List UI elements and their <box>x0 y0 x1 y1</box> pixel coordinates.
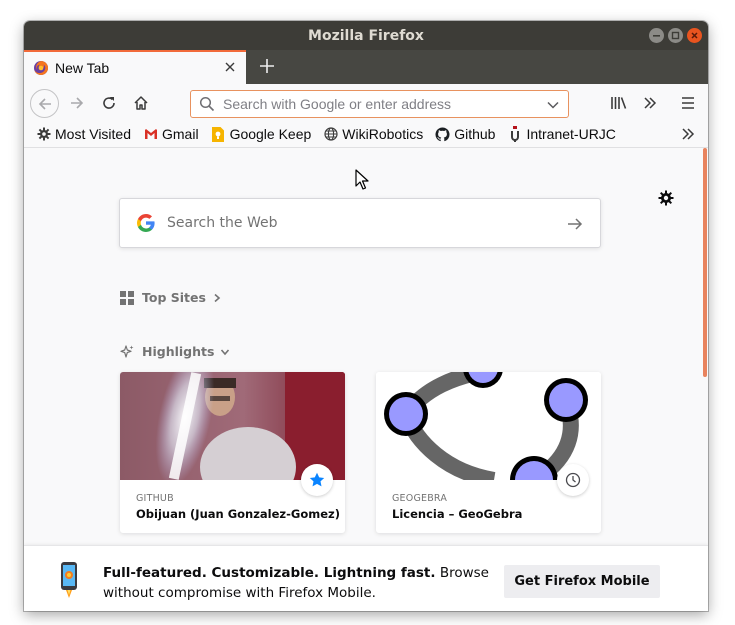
navigation-bar <box>24 84 708 121</box>
newtab-content: Top Sites Highlights <box>24 148 708 611</box>
promo-headline: Full-featured. Customizable. Lightning f… <box>103 565 436 581</box>
new-tab-button[interactable] <box>255 54 279 78</box>
top-sites-label: Top Sites <box>142 290 206 305</box>
chevron-down-icon <box>221 348 230 355</box>
bookmark-intranet-urjc[interactable]: Intranet-URJC <box>501 123 621 145</box>
card-source: GEOGEBRA <box>392 493 448 504</box>
mouse-cursor-icon <box>355 169 369 190</box>
web-search-input[interactable] <box>167 215 547 231</box>
plus-icon <box>260 59 274 73</box>
gmail-icon <box>143 127 158 142</box>
highlights-sparkle-icon <box>120 344 134 358</box>
bookmark-star-icon <box>309 472 325 487</box>
close-window-button[interactable] <box>687 28 702 43</box>
urjc-icon <box>507 126 522 142</box>
home-icon <box>134 96 148 110</box>
keep-icon <box>211 126 226 142</box>
overflow-menu-button[interactable] <box>639 92 661 114</box>
bookmark-label: Google Keep <box>229 126 312 142</box>
maximize-icon <box>671 31 680 40</box>
hamburger-icon <box>682 97 694 109</box>
chevron-right-icon <box>214 293 221 302</box>
hamburger-menu-button[interactable] <box>677 92 699 114</box>
firefox-logo-icon <box>34 60 49 75</box>
back-button[interactable] <box>30 89 59 118</box>
close-tab-button[interactable] <box>222 59 238 75</box>
tab-strip: New Tab <box>24 50 708 84</box>
customize-gear-icon[interactable] <box>658 190 674 206</box>
top-sites-header[interactable]: Top Sites <box>120 290 222 305</box>
bookmark-github[interactable]: Github <box>429 123 501 145</box>
url-input[interactable] <box>223 96 533 112</box>
get-firefox-mobile-button[interactable]: Get Firefox Mobile <box>504 565 660 598</box>
card-source: GITHUB <box>136 493 174 504</box>
google-logo-icon <box>137 214 155 232</box>
forward-arrow-icon <box>71 97 84 109</box>
reload-button[interactable] <box>98 92 120 114</box>
highlights-header[interactable]: Highlights <box>120 344 230 359</box>
highlight-card-geogebra[interactable]: GEOGEBRA Licencia – GeoGebra <box>376 372 601 533</box>
bookmark-label: Gmail <box>162 126 199 142</box>
top-sites-grid-icon <box>120 290 134 305</box>
minimize-icon <box>653 35 660 37</box>
tab-label: New Tab <box>55 60 110 76</box>
tab-new-tab[interactable]: New Tab <box>24 50 246 84</box>
bookmark-google-keep[interactable]: Google Keep <box>205 123 318 145</box>
card-title: Licencia – GeoGebra <box>392 507 523 521</box>
firefox-window: Mozilla Firefox New Tab Search with Goog… <box>24 21 708 611</box>
phone-icon <box>61 562 77 598</box>
url-bar[interactable] <box>190 90 569 118</box>
back-arrow-icon <box>38 97 51 110</box>
scrollbar[interactable] <box>703 148 707 377</box>
maximize-button[interactable] <box>668 28 683 43</box>
card-history-badge <box>557 464 589 496</box>
promo-message: Full-featured. Customizable. Lightning f… <box>103 563 503 603</box>
reload-icon <box>103 97 115 109</box>
title-bar[interactable]: Mozilla Firefox <box>24 21 708 50</box>
card-bookmark-badge <box>301 464 333 496</box>
close-icon <box>691 32 698 39</box>
card-title: Obijuan (Juan Gonzalez-Gomez) <box>136 507 340 521</box>
forward-button[interactable] <box>66 92 88 114</box>
bookmark-wikirobotics[interactable]: WikiRobotics <box>317 123 429 145</box>
minimize-button[interactable] <box>649 28 664 43</box>
bookmark-label: Github <box>454 126 496 142</box>
highlights-label: Highlights <box>142 344 215 359</box>
window-title: Mozilla Firefox <box>308 27 424 44</box>
library-button[interactable] <box>608 92 630 114</box>
bookmark-label: Most Visited <box>55 126 131 142</box>
web-search-box[interactable] <box>119 198 601 248</box>
bookmark-most-visited[interactable]: Most Visited <box>30 123 137 145</box>
double-chevron-right-icon <box>644 97 657 109</box>
bookmarks-overflow-icon[interactable] <box>680 126 696 142</box>
bookmark-gmail[interactable]: Gmail <box>137 123 205 145</box>
globe-icon <box>323 127 338 142</box>
window-controls <box>649 28 702 43</box>
github-icon <box>435 126 450 142</box>
search-icon <box>199 96 215 112</box>
library-icon <box>611 97 627 109</box>
bookmark-label: WikiRobotics <box>342 126 424 142</box>
search-submit-arrow-icon[interactable] <box>566 215 584 233</box>
highlight-card-github[interactable]: GITHUB Obijuan (Juan Gonzalez-Gomez) <box>120 372 345 533</box>
firefox-mobile-promo: Full-featured. Customizable. Lightning f… <box>24 545 708 611</box>
bookmarks-toolbar: Most Visited Gmail Google Keep WikiRobot… <box>24 121 708 148</box>
bookmark-label: Intranet-URJC <box>526 126 616 142</box>
gear-icon <box>36 127 51 142</box>
home-button[interactable] <box>130 92 152 114</box>
close-icon <box>225 62 235 72</box>
history-clock-icon <box>565 472 581 488</box>
chevron-down-icon[interactable] <box>546 98 560 112</box>
